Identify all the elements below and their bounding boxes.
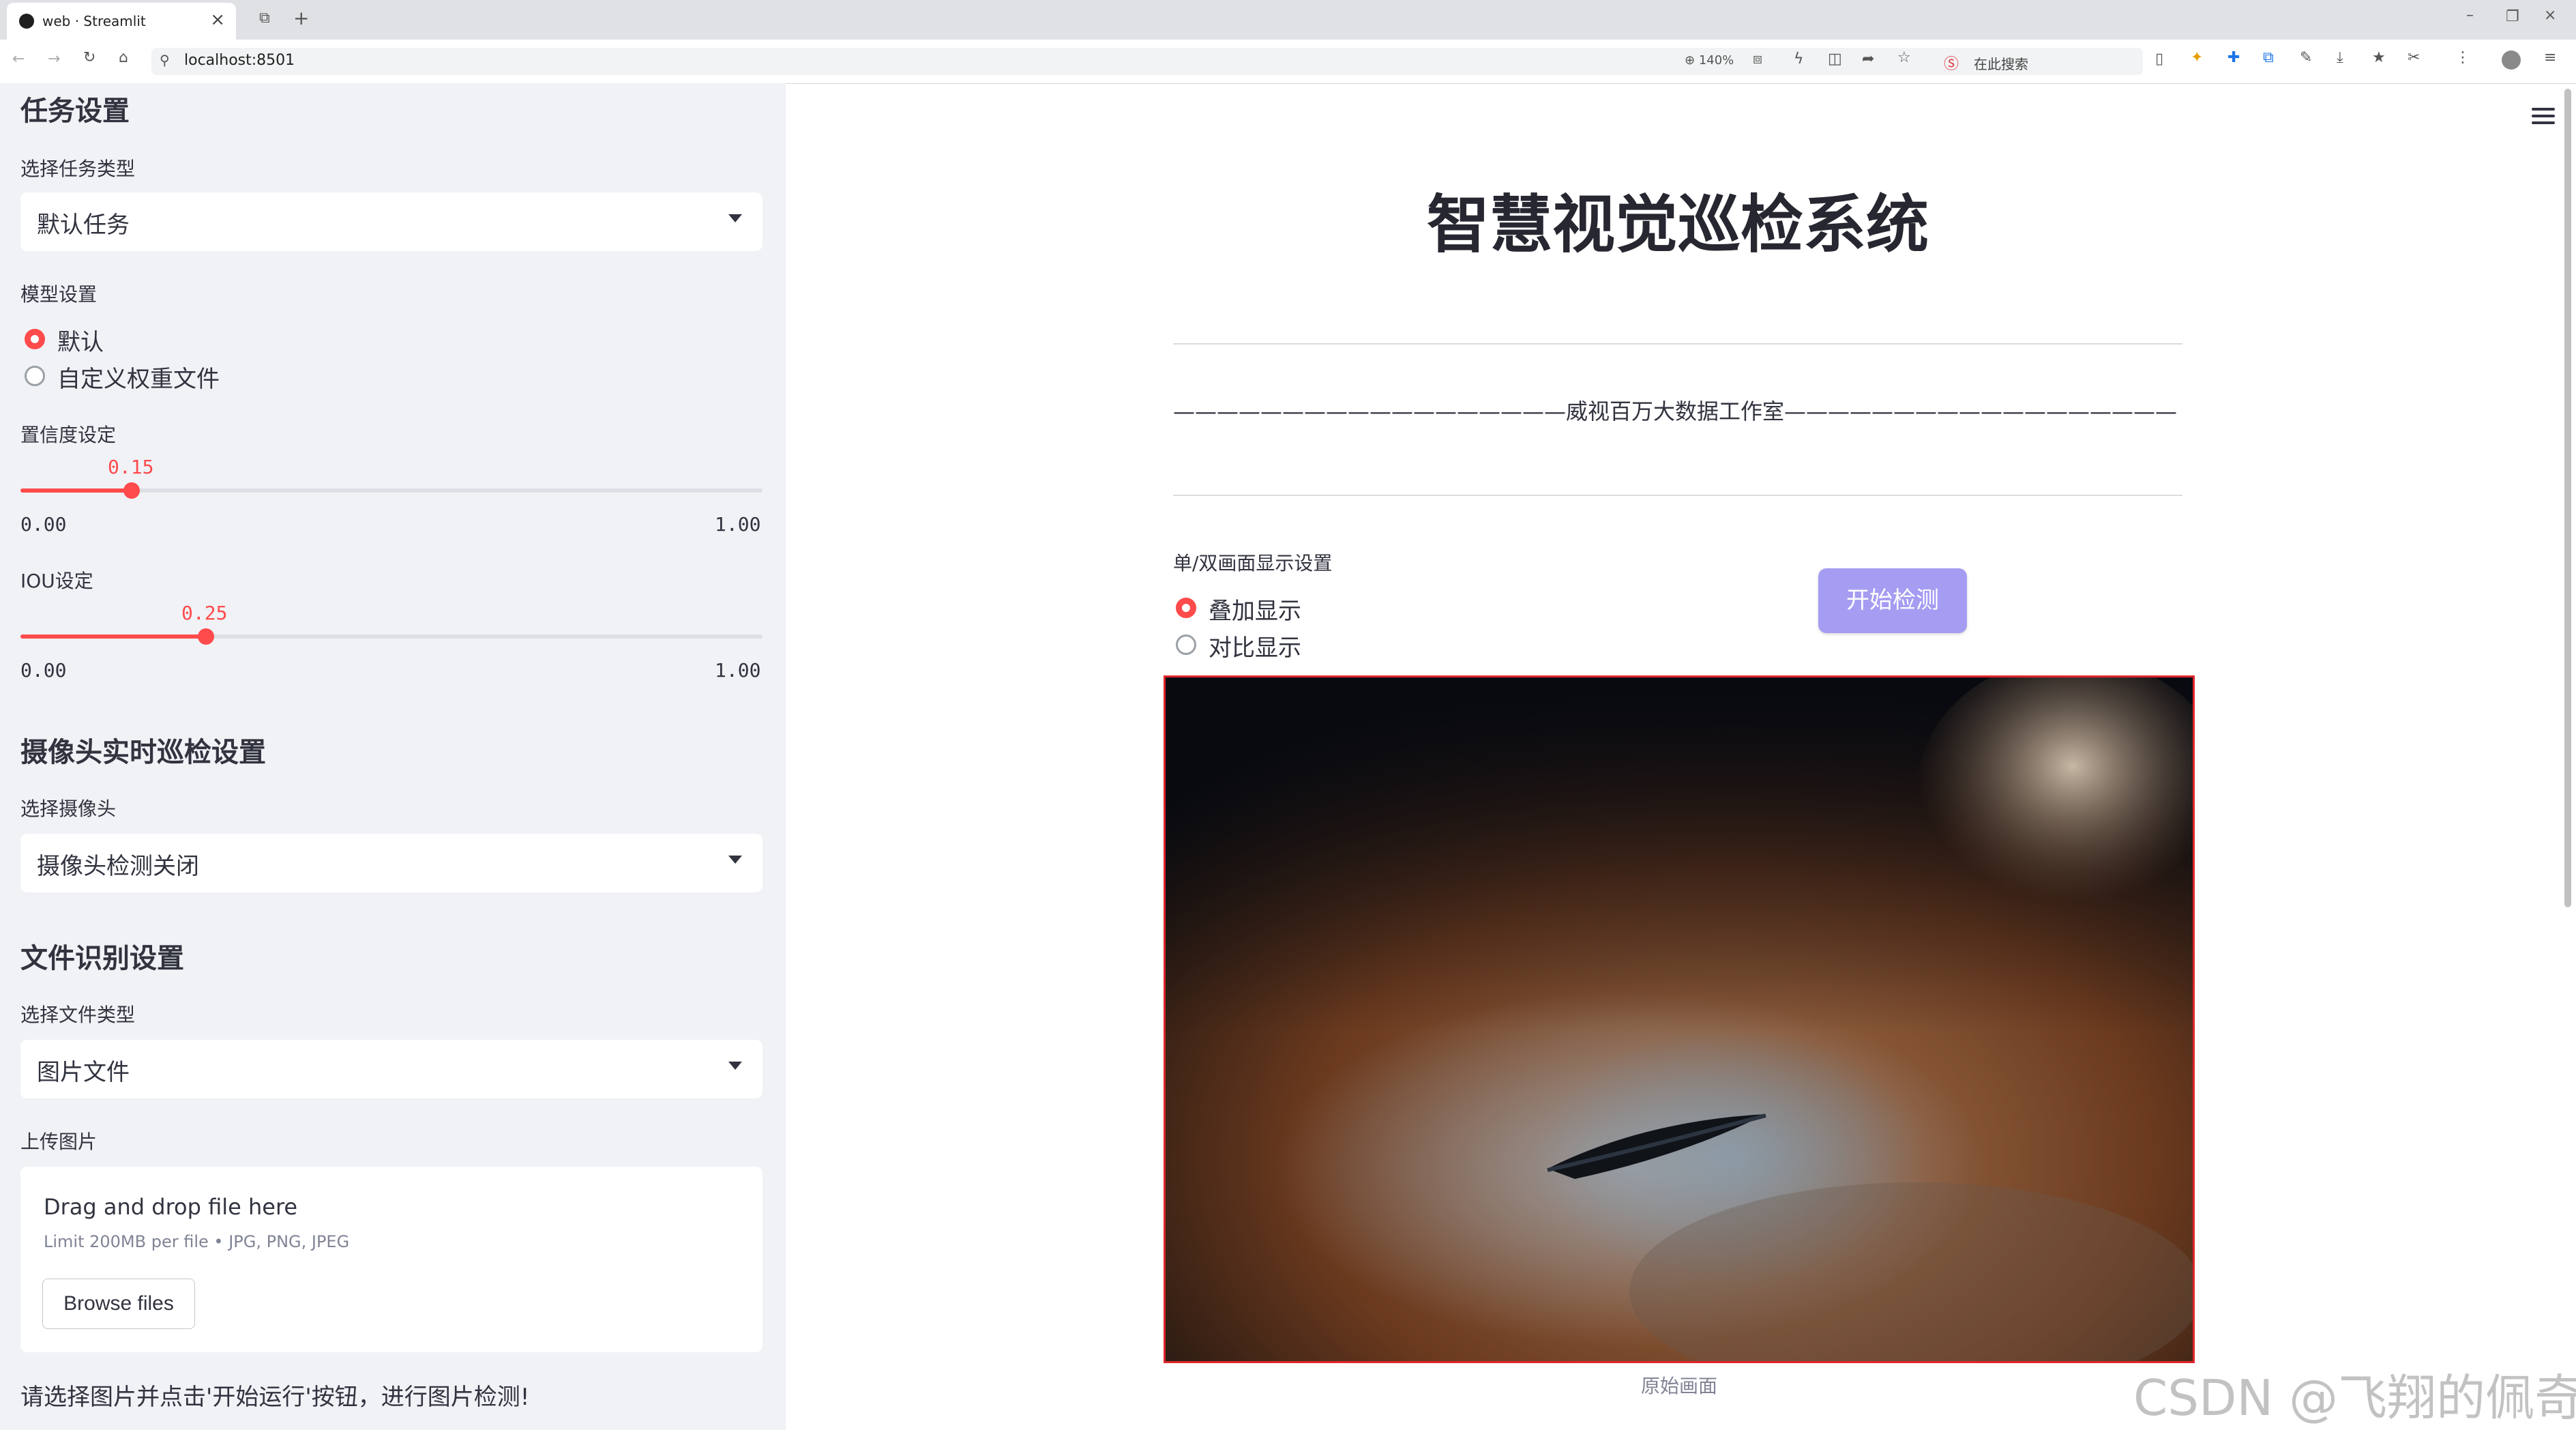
browser-search-box[interactable]: Ⓢ 在此搜索 bbox=[1936, 48, 2140, 75]
tab-list-icon[interactable]: ⧉ bbox=[259, 10, 270, 27]
page-title: 智慧视觉巡检系统 bbox=[1426, 188, 1929, 261]
file-type-select[interactable]: 图片文件 bbox=[20, 1040, 763, 1098]
extension-icon[interactable]: ⧉ bbox=[2263, 49, 2274, 66]
zoom-level: 140% bbox=[1698, 53, 1734, 68]
confidence-slider-handle[interactable] bbox=[123, 482, 140, 499]
model-option-default: 默认 bbox=[57, 329, 104, 356]
scissors-icon[interactable]: ✂ bbox=[2408, 49, 2420, 66]
camera-select[interactable]: 摄像头检测关闭 bbox=[20, 834, 763, 892]
image-caption: 原始画面 bbox=[1640, 1375, 1717, 1397]
download-icon[interactable]: ⤓ bbox=[2337, 49, 2343, 66]
forward-icon[interactable]: → bbox=[48, 50, 60, 68]
phone-icon[interactable]: ▯ bbox=[2155, 50, 2163, 68]
confidence-value: 0.15 bbox=[108, 456, 154, 478]
tab-title: web · Streamlit bbox=[42, 13, 146, 29]
task-type-label: 选择任务类型 bbox=[20, 158, 136, 180]
profile-avatar[interactable] bbox=[2502, 50, 2521, 70]
iou-min: 0.00 bbox=[20, 659, 67, 682]
app-menu-icon[interactable] bbox=[2532, 108, 2555, 128]
chevron-down-icon bbox=[728, 1062, 742, 1070]
model-settings-label: 模型设置 bbox=[20, 283, 98, 306]
home-icon[interactable]: ⌂ bbox=[119, 49, 128, 66]
studio-banner: ——————————————————威视百万大数据工作室————————————… bbox=[1173, 398, 2178, 424]
camera-value: 摄像头检测关闭 bbox=[37, 853, 199, 880]
translate-icon[interactable]: ⧈ bbox=[1753, 50, 1762, 68]
iou-slider-handle[interactable] bbox=[198, 628, 214, 645]
start-detection-button[interactable]: 开始检测 bbox=[1818, 568, 1967, 633]
confidence-max: 1.00 bbox=[715, 513, 761, 536]
iou-max: 1.00 bbox=[715, 659, 761, 682]
url-field[interactable] bbox=[151, 48, 2143, 75]
minimize-icon[interactable]: – bbox=[2466, 7, 2474, 24]
streamlit-favicon-icon bbox=[19, 14, 34, 29]
camera-label: 选择摄像头 bbox=[20, 798, 117, 820]
scrollbar[interactable] bbox=[2564, 89, 2571, 907]
model-option-custom: 自定义权重文件 bbox=[57, 366, 220, 393]
iou-label: IOU设定 bbox=[20, 570, 93, 592]
display-option-compare: 对比显示 bbox=[1209, 634, 1301, 662]
camera-settings-header: 摄像头实时巡检设置 bbox=[20, 737, 266, 768]
browse-files-button[interactable]: Browse files bbox=[42, 1279, 195, 1329]
search-placeholder: 在此搜索 bbox=[1974, 56, 2028, 72]
extension-icon[interactable]: ✦ bbox=[2191, 49, 2203, 66]
extension-icon[interactable]: ✚ bbox=[2227, 49, 2240, 66]
browser-tab[interactable]: web · Streamlit × bbox=[7, 3, 236, 40]
model-radio-custom[interactable] bbox=[25, 366, 45, 386]
url-text: localhost:8501 bbox=[184, 52, 295, 69]
zoom-indicator[interactable]: ⊕ 140% bbox=[1685, 53, 1734, 68]
screenshot-icon[interactable]: ◫ bbox=[1828, 50, 1842, 68]
extension-icon[interactable]: ✎ bbox=[2300, 49, 2312, 66]
search-icon: ⚲ bbox=[160, 52, 170, 68]
task-settings-header: 任务设置 bbox=[20, 96, 130, 127]
upload-label: 上传图片 bbox=[20, 1130, 98, 1153]
confidence-label: 置信度设定 bbox=[20, 424, 117, 446]
chevron-down-icon bbox=[728, 214, 742, 222]
divider bbox=[1173, 495, 2182, 496]
task-type-value: 默认任务 bbox=[37, 211, 130, 239]
display-radio-overlay[interactable] bbox=[1176, 598, 1196, 618]
dropzone-text: Drag and drop file here bbox=[44, 1194, 298, 1220]
watermark: CSDN @飞翔的佩奇 bbox=[2133, 1369, 2576, 1427]
upload-hint: 请选择图片并点击'开始运行'按钮，进行图片检测! bbox=[20, 1384, 530, 1411]
file-settings-header: 文件识别设置 bbox=[20, 943, 184, 974]
browser-menu-icon[interactable]: ≡ bbox=[2544, 49, 2556, 66]
tab-close-icon[interactable]: × bbox=[210, 10, 225, 30]
bookmark-star-icon[interactable]: ☆ bbox=[1897, 49, 1911, 66]
iou-value: 0.25 bbox=[181, 602, 228, 624]
browser-tab-bar bbox=[0, 0, 2576, 40]
divider bbox=[1173, 343, 2182, 345]
confidence-slider-fill bbox=[20, 488, 132, 493]
chevron-down-icon bbox=[728, 856, 742, 864]
new-tab-icon[interactable]: + bbox=[293, 7, 309, 29]
model-radio-default[interactable] bbox=[25, 329, 45, 349]
display-option-overlay: 叠加显示 bbox=[1209, 598, 1301, 625]
display-settings-label: 单/双画面显示设置 bbox=[1173, 552, 1333, 574]
file-type-value: 图片文件 bbox=[37, 1059, 130, 1086]
reload-icon[interactable]: ↻ bbox=[83, 49, 95, 66]
search-engine-icon: Ⓢ bbox=[1944, 56, 1959, 73]
confidence-min: 0.00 bbox=[20, 513, 67, 536]
original-image bbox=[1164, 675, 2195, 1363]
more-icon[interactable]: ⋮ bbox=[2455, 49, 2470, 66]
task-type-select[interactable]: 默认任务 bbox=[20, 192, 763, 251]
restore-icon[interactable]: ❐ bbox=[2506, 8, 2519, 25]
lightning-icon[interactable]: ϟ bbox=[1794, 50, 1804, 68]
horse-eye-photo bbox=[1166, 677, 2193, 1361]
iou-slider-fill bbox=[20, 634, 206, 639]
display-radio-compare[interactable] bbox=[1176, 634, 1196, 655]
upload-limit-text: Limit 200MB per file • JPG, PNG, JPEG bbox=[44, 1232, 350, 1251]
window-close-icon[interactable]: × bbox=[2544, 7, 2556, 24]
favorites-icon[interactable]: ★ bbox=[2372, 49, 2386, 66]
file-type-label: 选择文件类型 bbox=[20, 1004, 136, 1026]
back-icon[interactable]: ← bbox=[12, 50, 25, 68]
share-icon[interactable]: ➦ bbox=[1862, 50, 1874, 68]
